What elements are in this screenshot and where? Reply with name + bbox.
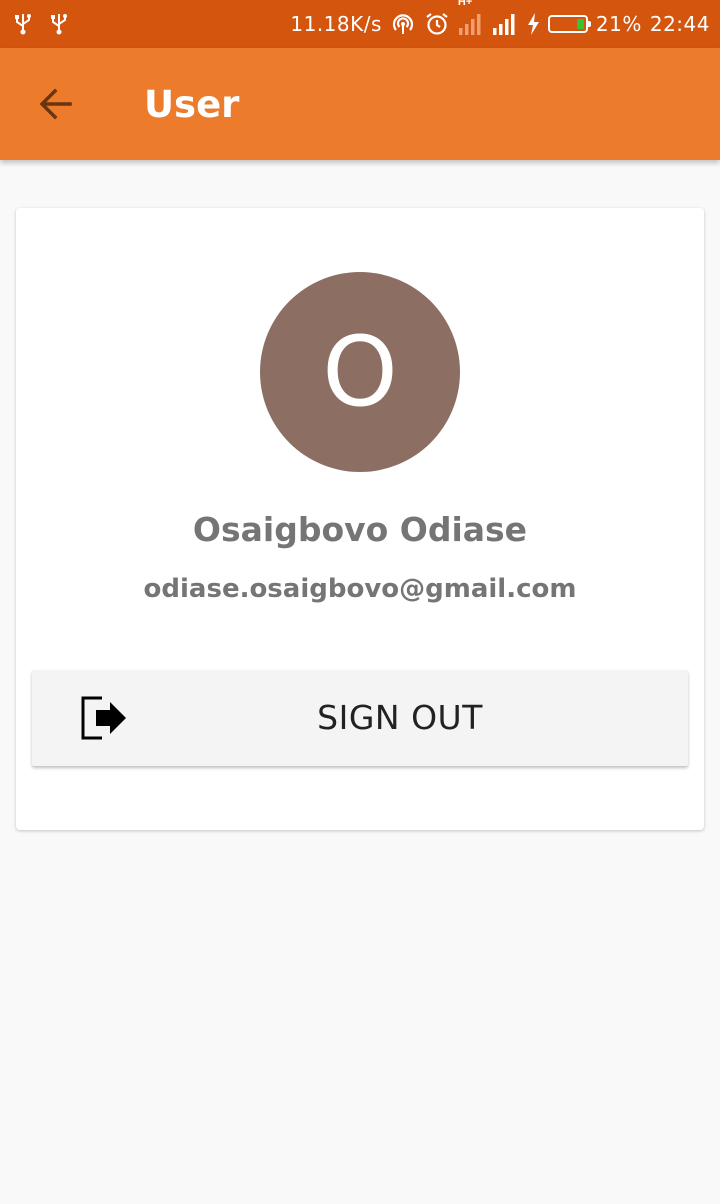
page-title: User [144, 83, 240, 126]
avatar: O [260, 272, 460, 472]
battery-icon [547, 15, 591, 33]
usb-icon [48, 12, 70, 36]
sign-out-label: SIGN OUT [317, 698, 483, 737]
app-bar: User [0, 48, 720, 160]
user-name: Osaigbovo Odiase [192, 510, 528, 549]
battery-level [576, 19, 584, 29]
user-email: odiase.osaigbovo@gmail.com [143, 574, 577, 604]
network-speed: 11.18K/s [290, 12, 382, 36]
status-bar-right: 11.18K/s H+ 21% 22:44 [290, 0, 710, 48]
sign-out-button[interactable]: SIGN OUT [32, 670, 688, 766]
alarm-icon [424, 11, 450, 37]
back-button[interactable] [28, 80, 84, 128]
signal-icon [492, 12, 518, 36]
hotspot-icon [390, 12, 416, 36]
network-type: H+ [457, 0, 473, 8]
battery-percent: 21% [595, 12, 642, 36]
avatar-initial: O [322, 316, 398, 428]
usb-icon [12, 12, 34, 36]
status-bar-left [12, 12, 70, 36]
clock: 22:44 [649, 12, 710, 36]
profile-card: O Osaigbovo Odiase odiase.osaigbovo@gmai… [16, 208, 704, 830]
arrow-back-icon [38, 88, 74, 120]
charging-icon [526, 12, 540, 36]
signal-icon: H+ [458, 0, 484, 36]
status-bar: 11.18K/s H+ 21% 22:44 [0, 0, 720, 48]
